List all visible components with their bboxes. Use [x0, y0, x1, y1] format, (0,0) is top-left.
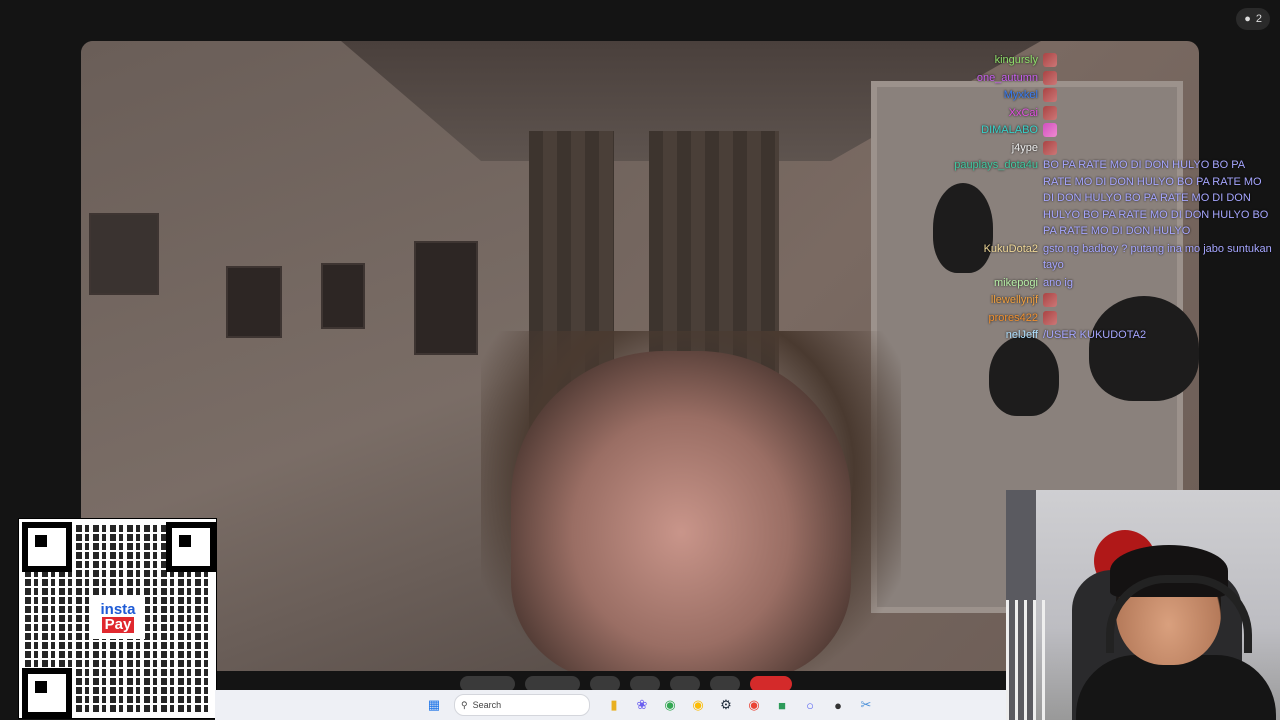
- chat-username[interactable]: Myxkel: [900, 87, 1043, 104]
- instapay-logo: insta Pay: [91, 597, 145, 639]
- qr-finder: [22, 668, 72, 718]
- chat-message: kingursly: [900, 52, 1280, 69]
- person: [511, 351, 851, 671]
- chat-message: llewellynjf: [900, 292, 1280, 309]
- chat-text: gsto ng badboy ? putang ina mo jabo sunt…: [1043, 242, 1272, 272]
- chat-message: prores422: [900, 310, 1280, 327]
- search-icon: ⚲: [461, 699, 468, 710]
- chat-text: [1043, 52, 1275, 69]
- chat-text: [1043, 310, 1275, 327]
- chrome-icon[interactable]: ◉: [659, 694, 681, 716]
- chat-emote-icon: [1043, 140, 1057, 155]
- copilot-icon[interactable]: ❀: [631, 694, 653, 716]
- app-icon[interactable]: ●: [827, 694, 849, 716]
- chat-message: DIMALABO: [900, 122, 1280, 139]
- webcam-gate: [1006, 600, 1046, 720]
- chrome-icon[interactable]: ◉: [743, 694, 765, 716]
- chat-emote-icon: [1043, 123, 1057, 138]
- viewer-count: ● 2: [1236, 8, 1270, 30]
- chat-emote-icon: [1043, 293, 1057, 308]
- chat-message: mikepogi ano ig: [900, 275, 1280, 292]
- chat-username[interactable]: j4ype: [900, 140, 1043, 157]
- chat-username[interactable]: XxCai: [900, 105, 1043, 122]
- chat-message: KukuDota2 gsto ng badboy ? putang ina mo …: [900, 241, 1280, 274]
- chat-message: j4ype: [900, 140, 1280, 157]
- snipping-tool-icon[interactable]: ✂: [855, 694, 877, 716]
- qr-finder: [166, 522, 216, 572]
- streamer-webcam: [1006, 490, 1280, 720]
- windows-taskbar: ▦ ⚲ Search ▮ ❀ ◉ ◉ ⚙ ◉ ■ ○ ● ✂: [215, 690, 1006, 720]
- chat-username[interactable]: KukuDota2: [900, 241, 1043, 258]
- chat-text: [1043, 87, 1275, 104]
- chat-text: [1043, 105, 1275, 122]
- poster: [414, 241, 478, 355]
- chat-username[interactable]: prores422: [900, 310, 1043, 327]
- chat-text: [1043, 292, 1275, 309]
- viewers-icon: ●: [1244, 13, 1251, 25]
- chat-message: XxCai: [900, 105, 1280, 122]
- chat-text: BO PA RATE MO DI DON HULYO BO PA RATE MO…: [1043, 159, 1269, 237]
- chat-username[interactable]: llewellynjf: [900, 292, 1043, 309]
- viewer-count-value: 2: [1255, 13, 1262, 25]
- chat-emote-icon: [1043, 310, 1057, 325]
- chat-username[interactable]: one_autumn: [900, 70, 1043, 87]
- chat-emote-icon: [1043, 105, 1057, 120]
- chat-message: pauplays_dota4u BO PA RATE MO DI DON HULY…: [900, 157, 1280, 240]
- instapay-logo-bottom: Pay: [101, 617, 135, 633]
- file-explorer-icon[interactable]: ▮: [603, 694, 625, 716]
- taskbar-search[interactable]: ⚲ Search: [454, 694, 590, 716]
- app-icon[interactable]: ■: [771, 694, 793, 716]
- hat: [989, 336, 1059, 416]
- poster: [321, 263, 365, 329]
- chat-emote-icon: [1043, 88, 1057, 103]
- donation-qr-code: insta Pay: [18, 518, 217, 719]
- chat-overlay: kingursly one_autumn Myxkel XxCai DIMALABO j4…: [900, 52, 1280, 345]
- chat-username[interactable]: kingursly: [900, 52, 1043, 69]
- chat-message: Myxkel: [900, 87, 1280, 104]
- chat-emote-icon: [1043, 53, 1057, 68]
- chat-emote-icon: [1043, 70, 1057, 85]
- chat-text: [1043, 140, 1275, 157]
- steam-icon[interactable]: ⚙: [715, 694, 737, 716]
- chrome-icon[interactable]: ◉: [687, 694, 709, 716]
- qr-finder: [22, 522, 72, 572]
- chat-message: one_autumn: [900, 70, 1280, 87]
- chat-username[interactable]: nelJeff: [900, 327, 1043, 344]
- instapay-logo-top: insta: [100, 601, 136, 618]
- chat-username[interactable]: DIMALABO: [900, 122, 1043, 139]
- discord-icon[interactable]: ○: [799, 694, 821, 716]
- chat-text: /USER KUKUDOTA2: [1043, 329, 1147, 341]
- chat-text: [1043, 122, 1275, 139]
- search-placeholder: Search: [472, 700, 502, 710]
- poster: [89, 213, 159, 295]
- windows-start-icon[interactable]: ▦: [423, 694, 445, 716]
- chat-username[interactable]: pauplays_dota4u: [900, 157, 1043, 174]
- chat-message: nelJeff/USER KUKUDOTA2: [900, 327, 1280, 344]
- chat-text: [1043, 70, 1275, 87]
- poster: [226, 266, 282, 338]
- chat-username[interactable]: mikepogi: [900, 275, 1043, 292]
- chat-text: ano ig: [1043, 276, 1073, 289]
